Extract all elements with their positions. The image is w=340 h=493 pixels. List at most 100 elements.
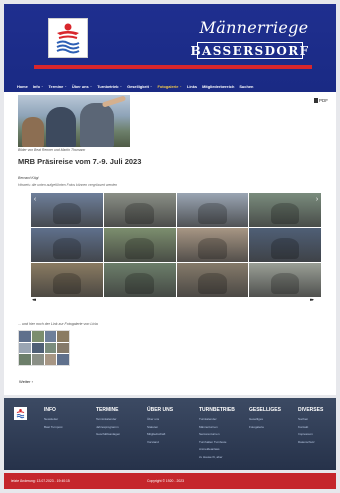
nav-item-label: Über uns <box>71 83 89 89</box>
livia-gallery-link-text: ... und hier noch der Link zur Fotogaler… <box>18 322 98 326</box>
club-logo[interactable] <box>48 18 88 58</box>
footer-link[interactable]: Impressum <box>298 432 323 436</box>
page-title: MRB Präsireise vom 7.-9. Juli 2023 <box>18 157 142 166</box>
gallery-thumbnail[interactable] <box>103 228 176 262</box>
chevron-down-icon: ⌄ <box>89 84 93 88</box>
footer-link[interactable]: Jahresprogramm <box>96 425 120 429</box>
pdf-label: PDF <box>319 98 328 103</box>
nav-item-label: Home <box>17 83 28 89</box>
gallery-thumbnail[interactable] <box>249 193 321 227</box>
copyright-text: Copyright © 1920 - 2023 <box>147 479 184 483</box>
pdf-link[interactable]: PDF <box>314 98 328 103</box>
footer-column-heading: TURNBETRIEB <box>199 407 235 413</box>
gallery-thumbnail[interactable] <box>103 193 176 227</box>
footer-link[interactable]: Terminkalender <box>96 417 120 421</box>
small-thumbnail-tile <box>31 342 44 354</box>
nav-item-mitgliederbereich[interactable]: Mitgliederbereich <box>202 84 234 89</box>
footer-link[interactable]: Turnkalender <box>199 417 235 421</box>
livia-gallery-thumbnail[interactable] <box>18 330 70 366</box>
footer-column-heading: TERMINE <box>96 407 119 413</box>
footer-link[interactable]: Bast Turnpost <box>44 425 63 429</box>
footer-column-turnbetrieb: TURNBETRIEB Turnkalender Männerturnen Senio… <box>199 407 235 463</box>
gallery-last-button[interactable]: ▸▸ <box>310 297 314 303</box>
nav-item-label: Termine <box>48 83 64 89</box>
footer-link[interactable]: Fotogalerie <box>249 425 281 429</box>
footer-link[interactable]: Mitgliedschaft <box>147 432 173 436</box>
enlarge-note: Hinweis: die unten aufgeführten Fotos kö… <box>18 183 118 187</box>
footer-link[interactable]: Newsletter <box>44 417 63 421</box>
footer-link[interactable]: zu Hause fit, aber <box>199 455 235 459</box>
nav-item-turnbetrieb[interactable]: Turnbetrieb ⌄ <box>97 84 122 89</box>
small-thumbnail-tile <box>57 342 69 354</box>
small-thumbnail-tile <box>57 354 69 365</box>
footer-bottom-bar: letzte Änderung: 13.07.2023 - 19:40:15 C… <box>4 473 336 489</box>
gallery-thumbnail[interactable] <box>103 263 176 297</box>
footer-logo-icon <box>16 408 25 419</box>
footer-link[interactable]: Geschäftsanlagen <box>96 432 120 436</box>
nav-item-geselligkeit[interactable]: Geselligkeit ⌄ <box>127 84 152 89</box>
nav-item-fotogalerie[interactable]: Fotogalerie ⌄ <box>157 84 182 89</box>
footer-column-heading: GESELLIGES <box>249 407 281 413</box>
nav-item-home[interactable]: Home <box>17 84 28 89</box>
last-change-text: letzte Änderung: 13.07.2023 - 19:40:15 <box>11 479 70 483</box>
author-name: Bernard Kägi <box>18 176 39 180</box>
gallery-thumbnail[interactable] <box>176 228 249 262</box>
chevron-down-icon: ⌄ <box>40 84 44 88</box>
footer-link[interactable]: Geselliges <box>249 417 281 421</box>
site-header: Männerriege BASSERSDORF Home Info ⌄ Termine… <box>4 4 336 92</box>
gallery-next-arrow-icon[interactable]: › <box>313 195 321 203</box>
nav-item-label: Fotogalerie <box>157 83 179 89</box>
photo-gallery <box>31 193 321 297</box>
gallery-thumbnail[interactable] <box>176 193 249 227</box>
footer-logo[interactable] <box>14 407 27 420</box>
gallery-thumbnail[interactable] <box>249 228 321 262</box>
footer-link[interactable]: Männerturnen <box>199 425 235 429</box>
chevron-down-icon: ⌄ <box>149 84 153 88</box>
nav-item-label: Geselligkeit <box>127 83 149 89</box>
site-footer: INFO Newsletter Bast Turnpost TERMINE Termin… <box>4 398 336 470</box>
gallery-thumbnail[interactable] <box>176 263 249 297</box>
nav-item-links[interactable]: Links <box>187 84 197 89</box>
nav-item-label: Turnbetrieb <box>97 83 119 89</box>
hero-photo <box>18 95 130 147</box>
club-logo-icon <box>56 23 80 54</box>
footer-link[interactable]: Anmeldeanlass <box>199 447 235 451</box>
small-thumbnail-tile <box>31 331 44 342</box>
brand-block-title: BASSERSDORF <box>190 42 310 59</box>
chevron-down-icon: ⌄ <box>64 84 67 88</box>
footer-link[interactable]: Statuten <box>147 425 173 429</box>
footer-link[interactable]: Suchen <box>298 417 323 421</box>
footer-column-info: INFO Newsletter Bast Turnpost <box>44 407 63 432</box>
nav-item-über-uns[interactable]: Über uns ⌄ <box>72 84 92 89</box>
nav-item-label: Links <box>186 83 198 89</box>
footer-column-geselliges: GESELLIGES Geselliges Fotogalerie <box>249 407 281 432</box>
weiter-link[interactable]: Weiter › <box>19 379 33 384</box>
small-thumbnail-tile <box>31 354 44 365</box>
nav-item-label: Info <box>32 83 40 89</box>
footer-link[interactable]: Datenschutz <box>298 440 323 444</box>
nav-item-termine[interactable]: Termine ⌄ <box>48 84 66 89</box>
gallery-thumbnail[interactable] <box>31 263 103 297</box>
gallery-prev-arrow-icon[interactable]: ‹ <box>31 195 39 203</box>
footer-link[interactable]: Vorstand <box>147 440 173 444</box>
footer-column-heading: DIVERSES <box>298 407 324 413</box>
gallery-thumbnail[interactable] <box>31 193 103 227</box>
chevron-down-icon: ⌄ <box>179 84 182 88</box>
gallery-thumbnail[interactable] <box>249 263 321 297</box>
small-thumbnail-tile <box>44 331 57 342</box>
gallery-first-button[interactable]: ◂◂ <box>32 297 36 303</box>
footer-column-diverses: DIVERSES Suchen Kontakt Impressum Datenschut… <box>298 407 323 447</box>
small-thumbnail-tile <box>44 354 57 365</box>
footer-link[interactable]: Kontakt <box>298 425 323 429</box>
footer-link[interactable]: Über uns <box>147 417 173 421</box>
footer-column-heading: INFO <box>44 407 56 413</box>
footer-link[interactable]: Turnhallen Turnfeste <box>199 440 235 444</box>
small-thumbnail-tile <box>44 342 57 354</box>
small-thumbnail-tile <box>19 331 31 342</box>
nav-item-info[interactable]: Info ⌄ <box>33 84 44 89</box>
nav-item-suchen[interactable]: Suchen <box>239 84 253 89</box>
gallery-thumbnail[interactable] <box>31 228 103 262</box>
footer-link[interactable]: Seniorenturnen <box>199 432 235 436</box>
brand-script-title: Männerriege <box>199 18 309 37</box>
footer-column-heading: ÜBER UNS <box>147 407 174 413</box>
